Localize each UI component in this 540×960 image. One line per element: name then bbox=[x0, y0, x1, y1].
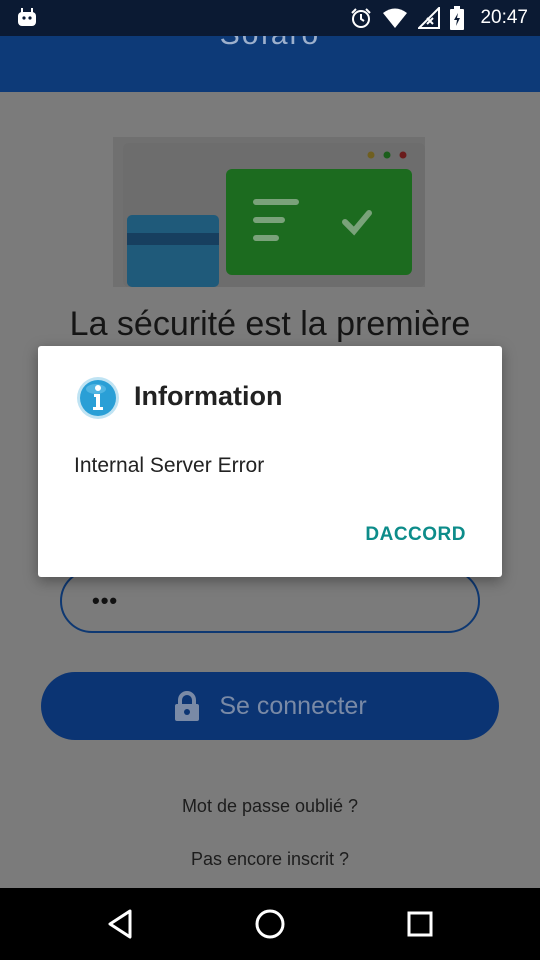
battery-icon bbox=[450, 6, 465, 30]
login-button[interactable]: Se connecter bbox=[41, 672, 499, 740]
alarm-icon bbox=[351, 8, 372, 28]
app-title: Sofaro bbox=[0, 36, 540, 52]
app-bar: Sofaro bbox=[0, 36, 540, 92]
status-bar: 20:47 bbox=[0, 0, 540, 36]
login-button-label: Se connecter bbox=[219, 691, 367, 720]
register-link[interactable]: Pas encore inscrit ? bbox=[0, 849, 540, 870]
forgot-password-link[interactable]: Mot de passe oublié ? bbox=[0, 796, 540, 817]
no-signal-icon bbox=[418, 7, 441, 29]
information-dialog: Information Internal Server Error DACCOR… bbox=[38, 346, 502, 577]
dialog-title: Information bbox=[134, 381, 283, 411]
info-icon bbox=[77, 377, 119, 419]
back-icon[interactable] bbox=[102, 906, 138, 942]
home-icon[interactable] bbox=[252, 906, 288, 942]
navigation-bar bbox=[0, 888, 540, 960]
lock-icon bbox=[175, 691, 200, 721]
security-illustration bbox=[113, 137, 425, 287]
password-value: ••• bbox=[92, 588, 119, 613]
dialog-message: Internal Server Error bbox=[74, 454, 265, 477]
password-field[interactable]: ••• bbox=[60, 569, 480, 633]
android-debug-icon bbox=[18, 8, 36, 26]
wifi-icon bbox=[383, 8, 408, 28]
ok-button[interactable]: DACCORD bbox=[365, 524, 466, 546]
page-headline: La sécurité est la première bbox=[69, 305, 471, 343]
status-time: 20:47 bbox=[480, 7, 528, 28]
recents-icon[interactable] bbox=[402, 906, 438, 942]
status-icons: 20:47 bbox=[350, 0, 528, 36]
